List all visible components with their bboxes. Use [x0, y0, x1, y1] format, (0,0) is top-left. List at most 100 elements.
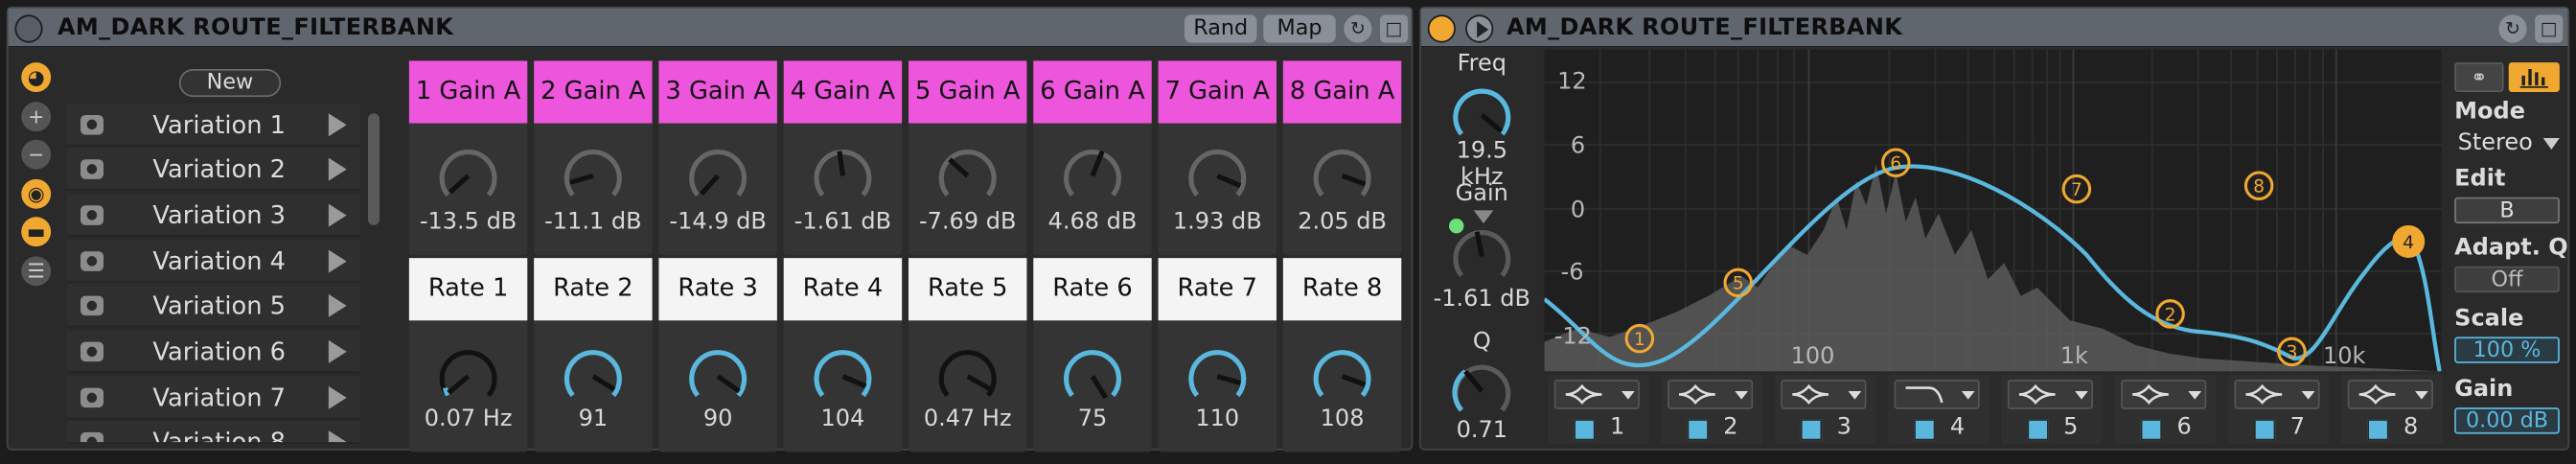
rate-knob[interactable]	[685, 343, 751, 409]
camera-icon[interactable]: ●	[80, 205, 104, 225]
spectrum-icon	[2519, 69, 2548, 88]
list-item[interactable]: ● Variation 4	[67, 240, 360, 283]
rate-knob[interactable]	[810, 343, 876, 409]
hot-swap-icon[interactable]: ↻	[2498, 14, 2527, 43]
list-item[interactable]: ● Variation 7	[67, 376, 360, 420]
eq-display[interactable]: 12 6 0 -6 -12 100 1k 10k 1 2 3 4 5 6 7 8	[1543, 49, 2442, 372]
camera-icon[interactable]: ●	[80, 341, 104, 362]
play-icon[interactable]	[328, 293, 347, 317]
mode-select[interactable]: Stereo	[2451, 129, 2564, 159]
map-button[interactable]: Map	[1263, 14, 1336, 43]
chain-list-icon[interactable]: ▬	[21, 217, 52, 247]
play-icon[interactable]	[328, 339, 347, 363]
q-knob[interactable]	[1449, 359, 1515, 425]
play-icon[interactable]	[328, 385, 347, 409]
band-enable-checkbox[interactable]	[2254, 419, 2276, 441]
play-toggle-icon[interactable]	[1465, 14, 1494, 43]
filter-type-select[interactable]	[1668, 380, 1754, 409]
rate-knob[interactable]	[934, 343, 1000, 409]
eq-node-label: 7	[2071, 180, 2082, 200]
adaptive-q-toggle[interactable]: Off	[2454, 266, 2560, 293]
band-number: 5	[2063, 414, 2079, 441]
device-activator-toggle[interactable]	[14, 14, 43, 43]
rand-button[interactable]: Rand	[1184, 14, 1257, 43]
rate-macro-3: Rate 3 90	[658, 258, 777, 452]
rate-knob[interactable]	[561, 343, 627, 409]
rate-macro-2: Rate 2 91	[534, 258, 653, 452]
filter-type-select[interactable]	[1894, 380, 1980, 409]
list-item[interactable]: ● Variation 3	[67, 194, 360, 237]
band-enable-checkbox[interactable]	[2027, 419, 2049, 441]
band-enable-checkbox[interactable]	[1914, 419, 1936, 441]
gain-knob[interactable]	[685, 143, 751, 209]
eq-spectrum-graph[interactable]: 12 6 0 -6 -12 100 1k 10k 1 2 3 4 5 6 7 8	[1543, 49, 2442, 372]
gain-knob[interactable]	[810, 143, 876, 209]
scale-field[interactable]: 100 %	[2454, 336, 2560, 363]
add-macro-icon[interactable]: +	[21, 102, 52, 132]
play-icon[interactable]	[328, 113, 347, 137]
play-icon[interactable]	[328, 249, 347, 273]
filter-type-select[interactable]	[1781, 380, 1867, 409]
band-number: 7	[2289, 414, 2306, 441]
rate-knob[interactable]	[1309, 343, 1375, 409]
output-gain-field[interactable]: 0.00 dB	[2454, 407, 2560, 434]
list-item[interactable]: ● Variation 2	[67, 148, 360, 191]
lowpass-filter-icon	[1905, 386, 1975, 404]
filter-type-select[interactable]	[2007, 380, 2094, 409]
filter-type-select[interactable]	[2121, 380, 2207, 409]
spectrum-toggle-button[interactable]	[2508, 62, 2560, 93]
filter-type-select[interactable]	[2234, 380, 2320, 409]
camera-icon[interactable]: ●	[80, 251, 104, 271]
x-tick-label: 1k	[2060, 342, 2088, 369]
rate-knob[interactable]	[1184, 343, 1251, 409]
play-icon[interactable]	[328, 430, 347, 443]
band-enable-checkbox[interactable]	[2140, 419, 2163, 441]
hot-swap-icon[interactable]: ↻	[1344, 14, 1372, 43]
save-preset-icon[interactable]: □	[2535, 14, 2564, 43]
rate-knob[interactable]	[435, 343, 501, 409]
filter-type-select[interactable]	[1553, 380, 1640, 409]
camera-icon[interactable]: ●	[80, 159, 104, 179]
gain-knob[interactable]	[561, 143, 627, 209]
list-item[interactable]: ● Variation 1	[67, 104, 360, 147]
gain-value: 2.05 dB	[1298, 208, 1387, 236]
play-icon[interactable]	[328, 157, 347, 181]
camera-icon[interactable]: ●	[80, 431, 104, 443]
variations-scrollbar[interactable]	[368, 113, 380, 225]
band-enable-checkbox[interactable]	[2367, 419, 2389, 441]
gain-knob[interactable]	[435, 143, 501, 209]
new-variation-button[interactable]: New	[178, 69, 282, 98]
save-preset-icon[interactable]: □	[1380, 14, 1409, 43]
gain-knob[interactable]	[1309, 143, 1375, 209]
gain-knob[interactable]	[1060, 143, 1126, 209]
camera-icon[interactable]: ●	[80, 387, 104, 408]
headphone-audition-button[interactable]: ⚭	[2454, 62, 2504, 93]
device-activator-toggle[interactable]	[1427, 14, 1456, 43]
filter-type-select[interactable]	[2347, 380, 2433, 409]
rate-value: 108	[1320, 406, 1365, 432]
macro-toggle-icon[interactable]: ◕	[21, 62, 52, 93]
gain-value: -13.5 dB	[419, 208, 518, 236]
eq-gain-knob[interactable]	[1449, 223, 1515, 290]
play-icon[interactable]	[328, 203, 347, 227]
rate-knob[interactable]	[1060, 343, 1126, 409]
camera-icon[interactable]: ●	[80, 295, 104, 316]
camera-icon[interactable]: ●	[80, 115, 104, 135]
list-item[interactable]: ● Variation 5	[67, 284, 360, 328]
list-item[interactable]: ● Variation 6	[67, 330, 360, 374]
band-enable-checkbox[interactable]	[1800, 419, 1823, 441]
gain-knob[interactable]	[934, 143, 1000, 209]
rate-value: 104	[820, 406, 865, 432]
list-item[interactable]: ● Variation 8	[67, 420, 360, 444]
rate-macro-7: Rate 7 110	[1158, 258, 1277, 452]
band-enable-checkbox[interactable]	[1574, 419, 1596, 441]
list-view-icon[interactable]: ☰	[21, 256, 52, 287]
y-tick-label: 12	[1557, 68, 1587, 95]
y-tick-label: -12	[1554, 322, 1592, 349]
edit-channel-toggle[interactable]: B	[2454, 197, 2560, 224]
gain-knob[interactable]	[1184, 143, 1251, 209]
variations-icon[interactable]: ◉	[21, 178, 52, 209]
remove-macro-icon[interactable]: −	[21, 139, 52, 170]
band-enable-checkbox[interactable]	[1687, 419, 1709, 441]
x-tick-label: 100	[1791, 342, 1835, 369]
